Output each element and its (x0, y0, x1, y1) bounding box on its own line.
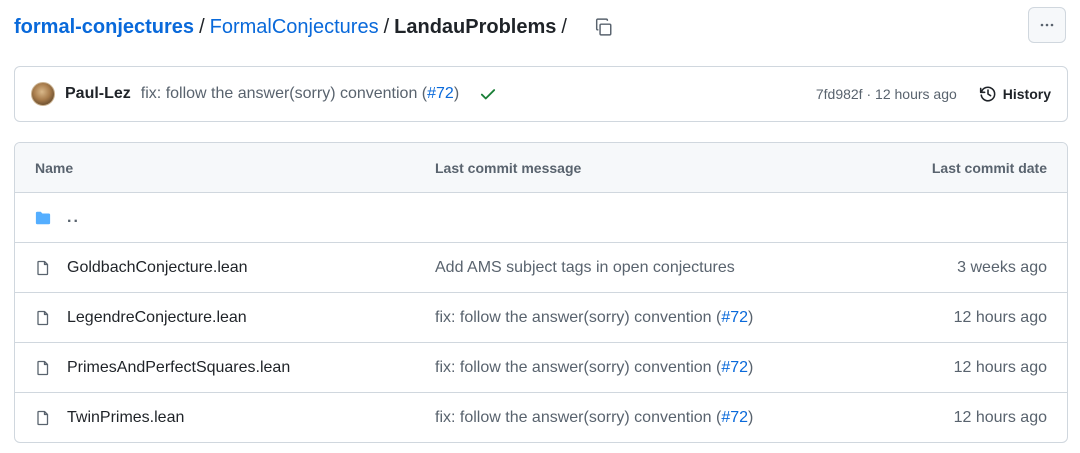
breadcrumb-separator: / (561, 15, 567, 38)
table-header: Name Last commit message Last commit dat… (15, 143, 1067, 193)
folder-icon (35, 210, 51, 226)
row-commit-message-suffix: ) (748, 358, 754, 376)
file-icon (35, 410, 51, 426)
table-row[interactable]: TwinPrimes.lean fix: follow the answer(s… (15, 393, 1067, 442)
row-commit-message-text: fix: follow the answer(sorry) convention… (435, 358, 722, 376)
file-name-link[interactable]: PrimesAndPerfectSquares.lean (67, 359, 290, 377)
history-label: History (1002, 86, 1051, 102)
file-icon (35, 310, 51, 326)
table-row[interactable]: PrimesAndPerfectSquares.lean fix: follow… (15, 343, 1067, 393)
copy-icon (595, 18, 612, 36)
commit-pr-link[interactable]: #72 (427, 85, 454, 102)
row-commit-message[interactable]: fix: follow the answer(sorry) convention… (435, 309, 847, 327)
history-button[interactable]: History (979, 85, 1051, 103)
row-commit-message-text: Add AMS subject tags in open conjectures (435, 258, 735, 276)
row-commit-message-text: fix: follow the answer(sorry) convention… (435, 409, 722, 426)
commit-time: 12 hours ago (875, 86, 957, 102)
file-name-link[interactable]: TwinPrimes.lean (67, 409, 184, 427)
commit-message-text: fix: follow the answer(sorry) convention… (140, 85, 428, 102)
row-commit-message[interactable]: fix: follow the answer(sorry) convention… (435, 409, 847, 427)
commit-hash[interactable]: 7fd982f (816, 86, 863, 102)
file-table: Name Last commit message Last commit dat… (14, 142, 1068, 443)
breadcrumb-current: LandauProblems (394, 15, 557, 38)
commit-author[interactable]: Paul-Lez (65, 85, 131, 103)
file-browser-page: formal-conjectures / FormalConjectures /… (0, 0, 1080, 453)
breadcrumb-separator: / (199, 15, 205, 38)
commit-message[interactable]: fix: follow the answer(sorry) convention… (141, 85, 459, 103)
row-commit-message-text: fix: follow the answer(sorry) convention… (435, 308, 722, 326)
row-pr-link[interactable]: #72 (721, 409, 748, 426)
file-name-link[interactable]: LegendreConjecture.lean (67, 309, 247, 327)
row-commit-message-suffix: ) (748, 308, 754, 326)
row-commit-date: 3 weeks ago (957, 258, 1047, 276)
breadcrumb-repo-link[interactable]: formal-conjectures (14, 16, 194, 39)
commit-meta: 7fd982f · 12 hours ago History (816, 85, 1051, 103)
breadcrumb-folder-link[interactable]: FormalConjectures (210, 16, 379, 39)
more-options-button[interactable] (1028, 7, 1066, 43)
row-commit-message-suffix: ) (748, 409, 754, 426)
table-row[interactable]: GoldbachConjecture.lean Add AMS subject … (15, 243, 1067, 293)
row-commit-message[interactable]: Add AMS subject tags in open conjectures (435, 259, 847, 277)
check-icon (481, 89, 496, 100)
breadcrumb: formal-conjectures / FormalConjectures /… (14, 12, 616, 42)
breadcrumb-separator: / (383, 15, 390, 38)
check-status[interactable] (479, 85, 497, 103)
avatar[interactable] (31, 82, 55, 106)
row-commit-date: 12 hours ago (953, 409, 1047, 426)
latest-commit-bar: Paul-Lez fix: follow the answer(sorry) c… (14, 66, 1068, 122)
row-pr-link[interactable]: #72 (721, 359, 748, 376)
row-commit-message[interactable]: fix: follow the answer(sorry) convention… (435, 359, 847, 377)
header-last-commit-message: Last commit message (435, 159, 582, 176)
file-icon (35, 360, 51, 376)
header-name: Name (35, 159, 74, 176)
table-row[interactable]: LegendreConjecture.lean fix: follow the … (15, 293, 1067, 343)
parent-directory-row[interactable]: .. (15, 193, 1067, 243)
commit-message-suffix: ) (453, 85, 460, 102)
commit-meta-separator: · (862, 86, 876, 102)
row-pr-link[interactable]: #72 (721, 309, 748, 326)
parent-directory-link[interactable]: .. (67, 209, 80, 227)
row-commit-date: 12 hours ago (953, 358, 1047, 376)
history-icon (979, 86, 996, 102)
copy-path-button[interactable] (592, 15, 616, 39)
row-commit-date: 12 hours ago (953, 308, 1047, 326)
file-icon (35, 260, 51, 276)
file-name-link[interactable]: GoldbachConjecture.lean (67, 259, 248, 277)
kebab-horizontal-icon (1040, 23, 1054, 27)
header-last-commit-date: Last commit date (931, 159, 1047, 176)
